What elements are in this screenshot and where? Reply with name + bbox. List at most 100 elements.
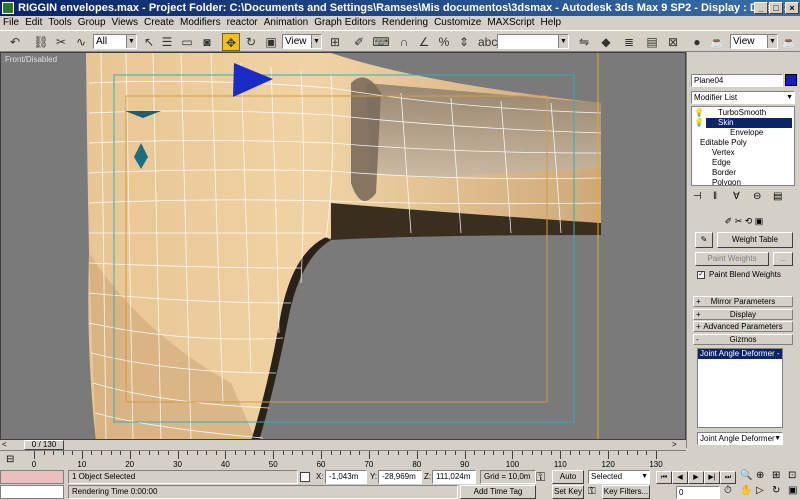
maximize-viewport-icon[interactable]: ▣ bbox=[788, 485, 797, 496]
next-frame-icon[interactable]: ▶| bbox=[704, 471, 720, 484]
snap-toggle-icon[interactable]: ∩ bbox=[395, 33, 413, 51]
pin-stack-icon[interactable]: ⊣ bbox=[693, 191, 702, 202]
menu-help[interactable]: Help bbox=[538, 16, 565, 30]
select-by-name-icon[interactable]: ☰ bbox=[158, 33, 176, 51]
zoom-extents-icon[interactable]: ⊞ bbox=[772, 470, 780, 481]
add-time-tag-button[interactable]: Add Time Tag bbox=[460, 485, 536, 499]
select-scale-icon[interactable]: ▣ bbox=[262, 33, 280, 51]
time-config-icon[interactable]: ⏱ bbox=[724, 485, 732, 496]
z-coordinate-field[interactable]: 111,024m bbox=[432, 470, 476, 484]
menu-animation[interactable]: Animation bbox=[261, 16, 311, 30]
stack-polygon[interactable]: Polygon bbox=[712, 178, 741, 185]
y-coordinate-field[interactable]: -28,969m bbox=[378, 470, 422, 484]
lock-selection-icon[interactable] bbox=[300, 472, 310, 482]
pan-icon[interactable]: ✋ bbox=[740, 485, 752, 496]
manipulate-icon[interactable]: ✐ bbox=[350, 33, 368, 51]
gizmo-type-dropdown[interactable]: Joint Angle Deformer ▼ bbox=[697, 432, 783, 445]
angle-snap-icon[interactable]: ∠ bbox=[415, 33, 433, 51]
field-of-view-icon[interactable]: ▷ bbox=[756, 485, 764, 496]
gizmo-listbox[interactable]: Joint Angle Deformer - Bip01 bbox=[697, 348, 783, 428]
keyboard-shortcut-icon[interactable]: ⌨ bbox=[372, 33, 390, 51]
menu-modifiers[interactable]: Modifiers bbox=[177, 16, 224, 30]
stack-editable-poly[interactable]: Editable Poly bbox=[700, 138, 747, 148]
reference-coordinate-dropdown[interactable]: View ▼ bbox=[282, 34, 322, 49]
stack-turbosmooth[interactable]: TurboSmooth bbox=[718, 108, 766, 118]
rollout-advanced-parameters[interactable]: + Advanced Parameters bbox=[693, 321, 793, 332]
chevron-left-icon[interactable]: < bbox=[2, 440, 7, 449]
object-color-swatch[interactable] bbox=[785, 74, 797, 86]
track-bar[interactable]: ⊟ 0 10 20 30 40 50 60 70 80 90 100 110 120 130 bbox=[0, 450, 686, 470]
selection-filter-dropdown[interactable]: All ▼ bbox=[93, 34, 137, 49]
stack-envelope[interactable]: Envelope bbox=[730, 128, 763, 138]
current-frame-field[interactable]: 0 bbox=[676, 486, 720, 499]
object-name-field[interactable]: Plane04 bbox=[691, 74, 783, 87]
zoom-icon[interactable]: 🔍 bbox=[740, 470, 752, 481]
key-icon[interactable]: ⚿ bbox=[536, 470, 545, 485]
schematic-view-icon[interactable]: ⊠ bbox=[664, 33, 682, 51]
select-link-icon[interactable]: ⛓ bbox=[32, 33, 50, 51]
select-object-icon[interactable]: ↖ bbox=[140, 33, 158, 51]
menu-tools[interactable]: Tools bbox=[45, 16, 74, 30]
window-crossing-icon[interactable]: ◙ bbox=[198, 33, 216, 51]
rollout-display[interactable]: + Display bbox=[693, 309, 793, 320]
unlink-icon[interactable]: ✂ bbox=[52, 33, 70, 51]
pivot-center-icon[interactable]: ⊞ bbox=[326, 33, 344, 51]
go-to-start-icon[interactable]: ⏮ bbox=[656, 471, 672, 484]
show-end-result-icon[interactable]: ‖ bbox=[713, 191, 717, 202]
menu-customize[interactable]: Customize bbox=[431, 16, 484, 30]
zoom-extents-all-icon[interactable]: ⊡ bbox=[788, 470, 796, 481]
paint-weights-button[interactable]: Paint Weights bbox=[695, 252, 769, 266]
select-move-icon[interactable]: ✥ bbox=[222, 33, 240, 51]
set-key-button[interactable]: Set Key bbox=[552, 485, 584, 499]
close-button[interactable]: × bbox=[785, 2, 799, 14]
previous-frame-icon[interactable]: ◀ bbox=[672, 471, 688, 484]
key-mode-dropdown[interactable]: Selected ▼ bbox=[588, 470, 650, 484]
undo-icon[interactable]: ↶ bbox=[6, 33, 24, 51]
menu-views[interactable]: Views bbox=[109, 16, 142, 30]
layer-manager-icon[interactable]: ≣ bbox=[620, 33, 638, 51]
percent-snap-icon[interactable]: % bbox=[435, 33, 453, 51]
paint-brush-icon[interactable]: ✎ bbox=[695, 232, 713, 248]
maxscript-listener-mini-2[interactable] bbox=[0, 485, 64, 499]
menu-reactor[interactable]: reactor bbox=[224, 16, 261, 30]
play-icon[interactable]: ▶ bbox=[688, 471, 704, 484]
mirror-icon[interactable]: ⇋ bbox=[575, 33, 593, 51]
stack-edge[interactable]: Edge bbox=[712, 158, 731, 168]
rect-selection-icon[interactable]: ▭ bbox=[178, 33, 196, 51]
key-filter-icon[interactable]: ⚿ bbox=[588, 486, 596, 497]
select-rotate-icon[interactable]: ↻ bbox=[242, 33, 260, 51]
rollout-gizmos[interactable]: - Gizmos bbox=[693, 334, 793, 345]
orbit-icon[interactable]: ↻ bbox=[772, 485, 780, 496]
curve-editor-icon[interactable]: ▤ bbox=[643, 33, 661, 51]
auto-key-button[interactable]: Auto Key bbox=[552, 470, 584, 493]
menu-file[interactable]: File bbox=[0, 16, 22, 30]
chevron-right-icon[interactable]: > bbox=[672, 440, 677, 449]
edit-named-sel-icon[interactable]: abc bbox=[478, 33, 497, 51]
mini-curve-editor-icon[interactable]: ⊟ bbox=[6, 454, 14, 465]
quick-render-icon[interactable]: ☕ bbox=[780, 33, 798, 51]
menu-edit[interactable]: Edit bbox=[22, 16, 45, 30]
gizmo-list-item[interactable]: Joint Angle Deformer - Bip01 bbox=[698, 349, 782, 359]
viewport-canvas[interactable] bbox=[1, 53, 686, 440]
make-unique-icon[interactable]: ∀ bbox=[733, 191, 740, 202]
go-to-end-icon[interactable]: ⏭ bbox=[720, 471, 736, 484]
align-icon[interactable]: ◆ bbox=[597, 33, 615, 51]
x-coordinate-field[interactable]: -1,043m bbox=[325, 470, 367, 484]
spinner-snap-icon[interactable]: ⇕ bbox=[455, 33, 473, 51]
paint-blend-checkbox[interactable]: ✓ bbox=[697, 271, 705, 279]
maxscript-listener-mini[interactable] bbox=[0, 470, 64, 484]
stack-vertex[interactable]: Vertex bbox=[712, 148, 735, 158]
time-slider-thumb[interactable]: 0 / 130 bbox=[24, 440, 64, 450]
bind-spacewarp-icon[interactable]: ∿ bbox=[72, 33, 90, 51]
render-view-dropdown[interactable]: View ▼ bbox=[730, 34, 778, 49]
menu-graph-editors[interactable]: Graph Editors bbox=[311, 16, 379, 30]
weight-table-button[interactable]: Weight Table bbox=[717, 232, 793, 248]
remove-modifier-icon[interactable]: ⊖ bbox=[753, 191, 761, 202]
skin-tool-icons[interactable]: ✐ ✂ ⟲ ▣ bbox=[695, 216, 793, 228]
maximize-button[interactable]: □ bbox=[769, 2, 783, 14]
zoom-all-icon[interactable]: ⊕ bbox=[756, 470, 764, 481]
time-slider[interactable]: 0 / 130 > < bbox=[0, 440, 686, 450]
stack-skin[interactable]: Skin bbox=[718, 118, 734, 128]
menu-create[interactable]: Create bbox=[141, 16, 177, 30]
paint-options-button[interactable]: ... bbox=[773, 252, 793, 266]
